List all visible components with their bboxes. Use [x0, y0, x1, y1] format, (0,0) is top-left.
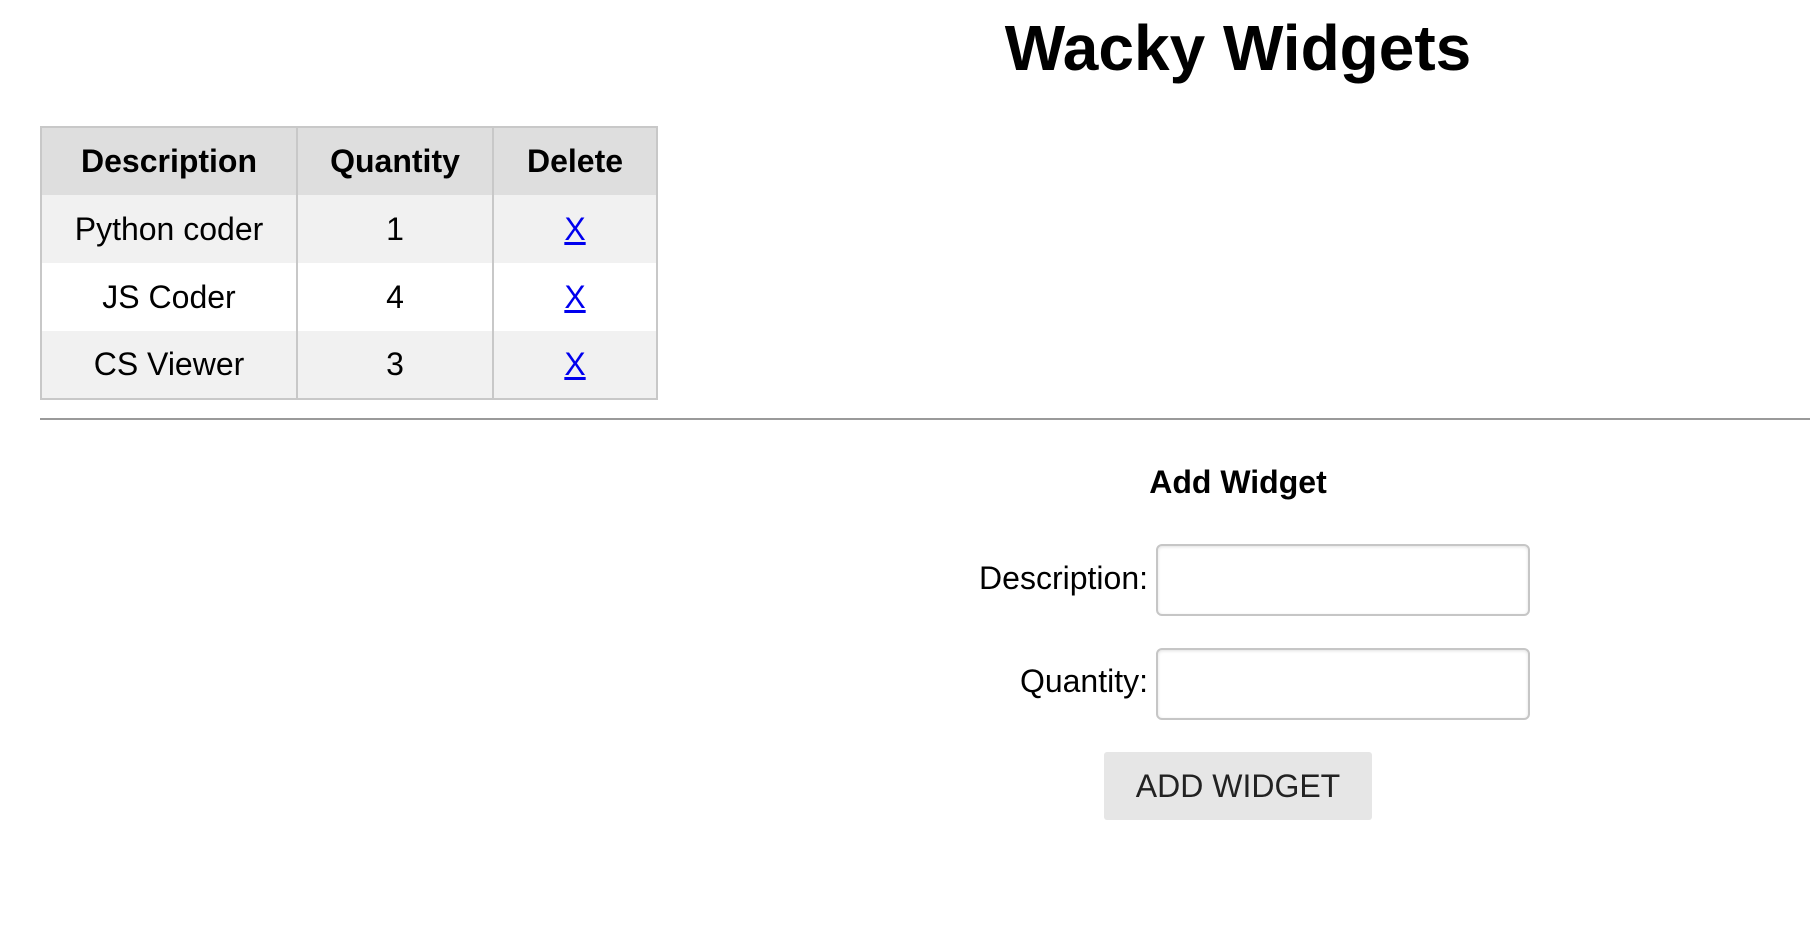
delete-link[interactable]: X [564, 346, 585, 382]
column-header-quantity: Quantity [296, 127, 494, 195]
description-input[interactable] [1156, 544, 1530, 616]
horizontal-divider [40, 418, 1810, 420]
cell-quantity: 4 [296, 263, 494, 331]
cell-delete: X [492, 331, 658, 399]
column-header-delete: Delete [492, 127, 658, 195]
cell-description: CS Viewer [40, 331, 298, 399]
table-row: CS Viewer 3 X [40, 331, 658, 399]
page-title: Wacky Widgets [1004, 12, 1472, 84]
cell-description: Python coder [40, 195, 298, 263]
table-row: Python coder 1 X [40, 195, 658, 263]
cell-delete: X [492, 263, 658, 331]
cell-quantity: 3 [296, 331, 494, 399]
quantity-input[interactable] [1156, 648, 1530, 720]
quantity-label: Quantity: [1019, 663, 1148, 699]
widget-table: Description Quantity Delete Python coder… [40, 126, 658, 400]
cell-quantity: 1 [296, 195, 494, 263]
description-label: Description: [979, 560, 1148, 596]
table-header-row: Description Quantity Delete [40, 127, 658, 195]
delete-link[interactable]: X [564, 211, 585, 247]
column-header-description: Description [40, 127, 298, 195]
add-widget-heading: Add Widget [1149, 464, 1327, 500]
delete-link[interactable]: X [564, 279, 585, 315]
cell-description: JS Coder [40, 263, 298, 331]
cell-delete: X [492, 195, 658, 263]
add-widget-button[interactable]: ADD WIDGET [1104, 752, 1372, 820]
table-row: JS Coder 4 X [40, 263, 658, 331]
